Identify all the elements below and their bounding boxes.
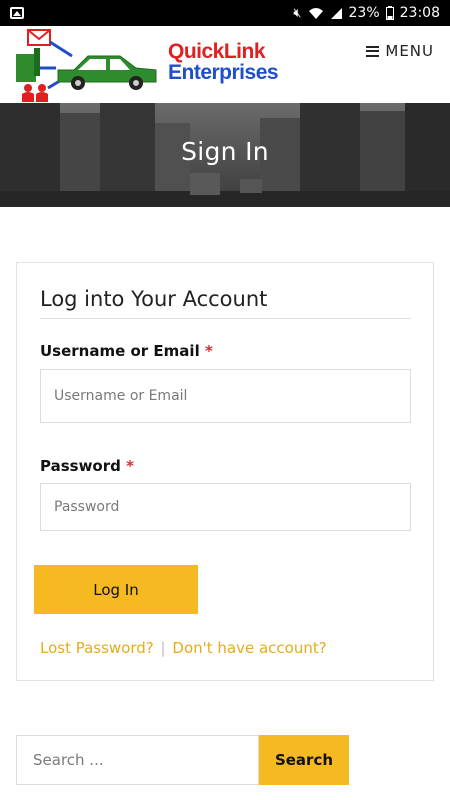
- login-button[interactable]: Log In: [34, 565, 198, 614]
- search-form: Search: [16, 735, 349, 785]
- hamburger-icon: [366, 45, 380, 57]
- search-button[interactable]: Search: [259, 735, 349, 785]
- account-links: Lost Password? | Don't have account?: [40, 639, 327, 657]
- wifi-icon: [308, 7, 323, 19]
- required-marker: *: [126, 457, 134, 475]
- register-link[interactable]: Don't have account?: [172, 639, 326, 657]
- signal-icon: [330, 7, 342, 19]
- required-marker: *: [204, 342, 213, 360]
- menu-button[interactable]: MENU: [366, 42, 434, 60]
- search-input[interactable]: [16, 735, 259, 785]
- password-label-text: Password: [40, 457, 121, 475]
- hero-banner: Sign In: [0, 103, 450, 207]
- lost-password-link[interactable]: Lost Password?: [40, 639, 154, 657]
- mute-icon: 🔇︎: [293, 5, 302, 21]
- link-separator: |: [160, 639, 166, 657]
- page-title: Sign In: [181, 137, 269, 166]
- menu-label: MENU: [385, 42, 434, 60]
- logo-graphic: [16, 29, 157, 102]
- battery-icon: [385, 6, 394, 20]
- login-heading: Log into Your Account: [40, 287, 268, 311]
- site-header: QuickLink Enterprises MENU: [0, 26, 450, 103]
- username-label: Username or Email *: [40, 342, 213, 360]
- divider: [40, 318, 411, 319]
- status-bar: 🔇︎ 23% 23:08: [0, 0, 450, 26]
- site-logo[interactable]: QuickLink Enterprises: [14, 28, 279, 102]
- logo-text-line2: Enterprises: [168, 61, 279, 84]
- battery-percent: 23%: [348, 5, 380, 21]
- login-form: Log into Your Account Username or Email …: [16, 262, 434, 681]
- password-label: Password *: [40, 457, 134, 475]
- clock: 23:08: [399, 5, 440, 21]
- image-icon: [10, 7, 24, 19]
- password-input[interactable]: [40, 483, 411, 531]
- username-input[interactable]: [40, 369, 411, 423]
- username-label-text: Username or Email: [40, 342, 200, 360]
